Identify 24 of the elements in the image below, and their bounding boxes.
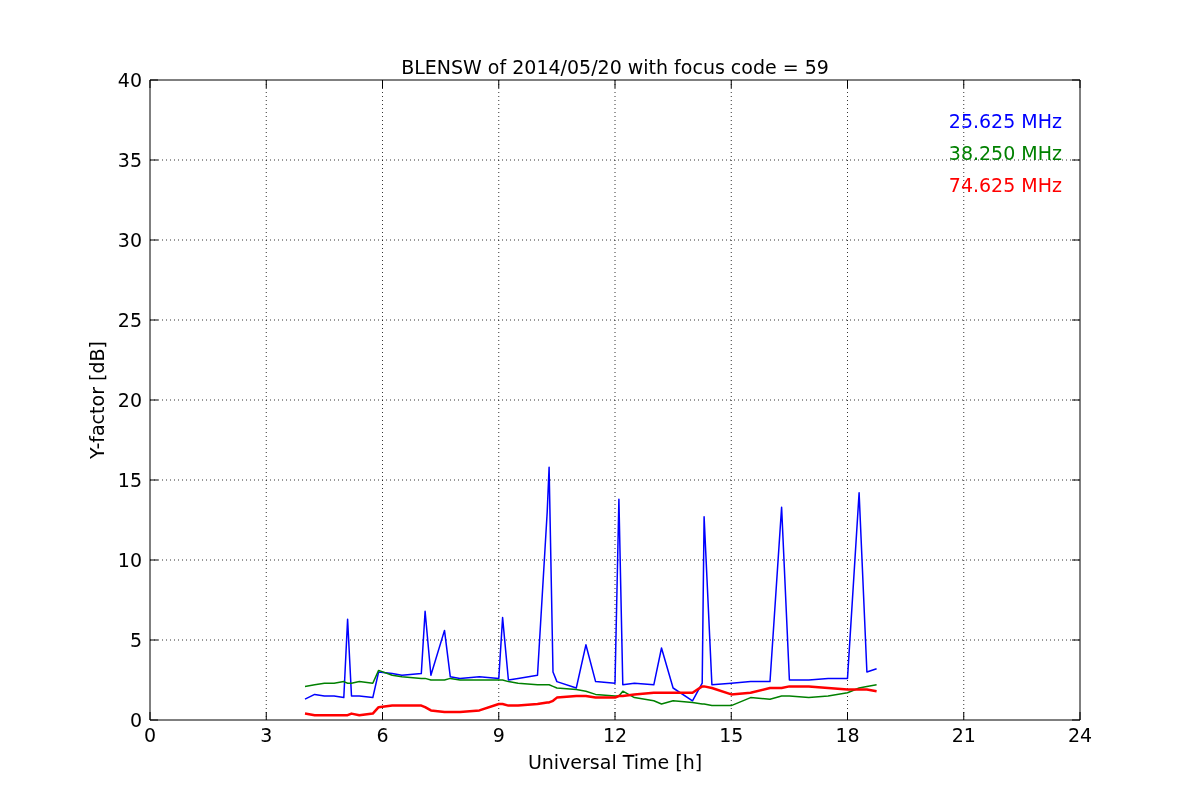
y-tick-label: 30 (117, 229, 142, 251)
x-tick-label: 21 (951, 724, 976, 746)
x-tick-label: 15 (719, 724, 744, 746)
legend-label: 25.625 MHz (948, 110, 1062, 132)
y-tick-label: 0 (129, 709, 142, 731)
x-tick-label: 9 (492, 724, 505, 746)
y-tick-label: 20 (117, 389, 142, 411)
legend-label: 38.250 MHz (948, 142, 1062, 164)
x-tick-label: 24 (1067, 724, 1093, 746)
x-tick-label: 3 (260, 724, 273, 746)
x-tick-label: 18 (835, 724, 860, 746)
y-tick-label: 35 (117, 149, 142, 171)
y-tick-label: 5 (129, 629, 142, 651)
x-axis-label: Universal Time [h] (527, 751, 703, 773)
y-tick-label: 25 (117, 309, 142, 331)
y-tick-label: 15 (117, 469, 142, 491)
y-axis-label: Y-factor [dB] (86, 341, 108, 459)
x-tick-label: 0 (143, 724, 157, 746)
x-tick-label: 6 (376, 724, 389, 746)
x-tick-label: 12 (602, 724, 628, 746)
y-tick-label: 40 (117, 69, 142, 91)
chart-title: BLENSW of 2014/05/20 with focus code = 59 (401, 56, 829, 78)
legend-label: 74.625 MHz (948, 174, 1062, 196)
y-tick-label: 10 (117, 549, 142, 571)
